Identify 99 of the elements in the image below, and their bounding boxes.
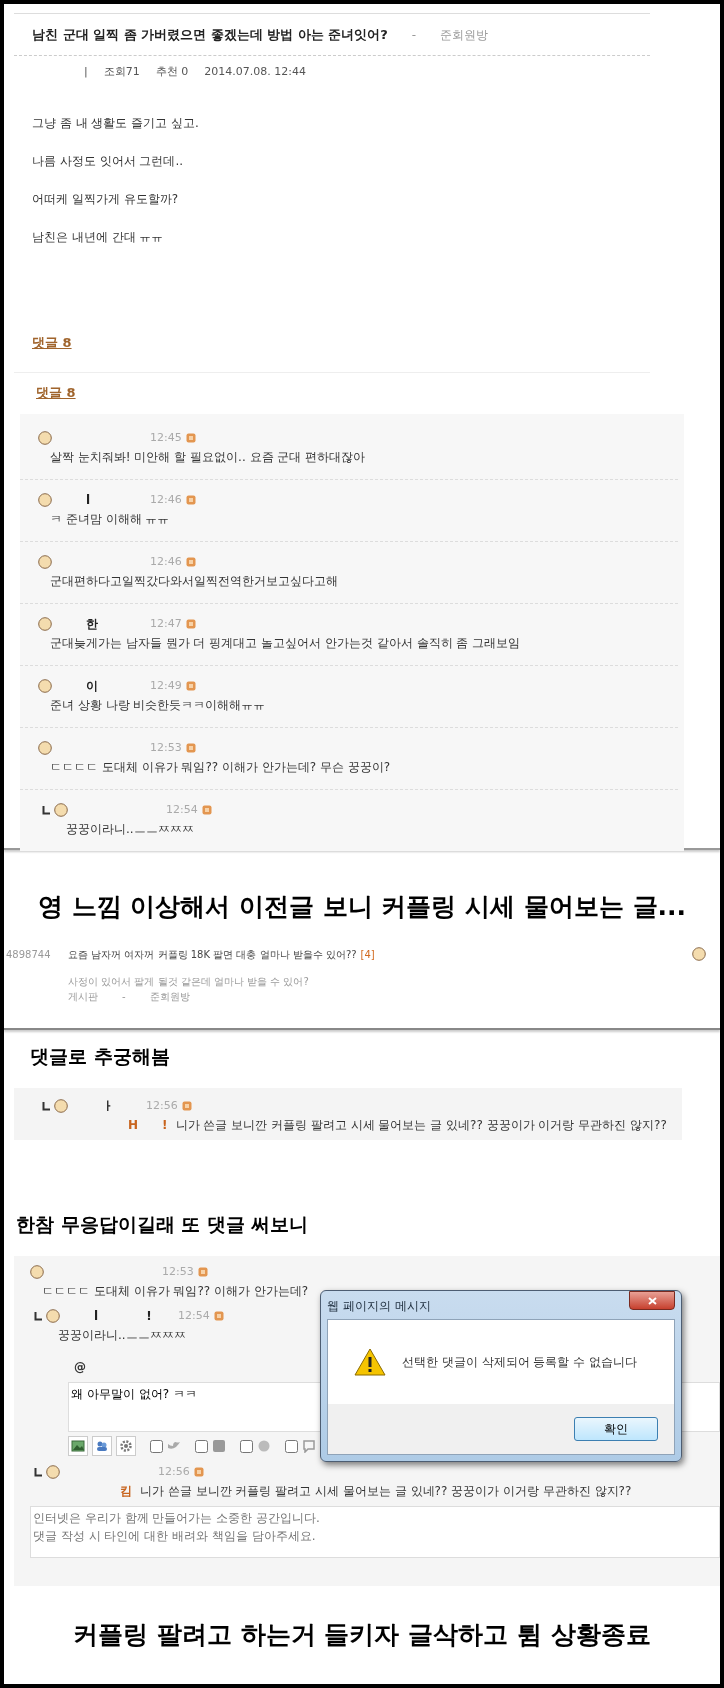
caption-text: 커플링 팔려고 하는거 들키자 글삭하고 튐 상황종료 bbox=[73, 1620, 651, 1649]
avatar-icon bbox=[54, 803, 68, 817]
board-name[interactable]: 준회원방 bbox=[440, 25, 489, 44]
new-badge-icon bbox=[197, 1267, 208, 1277]
share-checkbox[interactable] bbox=[285, 1439, 298, 1453]
post-meta: 2014.07.08. 12:44 bbox=[204, 64, 306, 80]
avatar-icon bbox=[38, 493, 52, 507]
new-badge-icon bbox=[185, 495, 196, 505]
comment-time: 12:54 bbox=[178, 1307, 210, 1324]
speech-bubble-icon bbox=[302, 1439, 316, 1453]
comment-time: 12:56 bbox=[158, 1463, 190, 1480]
avatar-icon bbox=[38, 679, 52, 693]
comment-text: 군대늦게가는 남자들 뭔가 더 핑계대고 놀고싶어서 안가는것 같아서 솔직히 좀 그래보임 bbox=[50, 635, 521, 652]
board-label: 게시판 bbox=[68, 990, 98, 1004]
comment-time: 12:56 bbox=[146, 1097, 178, 1114]
caption-text: 영 느낌 이상해서 이전글 보니 커플링 시세 물어보는 글... bbox=[37, 892, 687, 921]
author-name: l bbox=[86, 492, 91, 509]
body-text: 나름 사정도 잇어서 그런데.. bbox=[32, 153, 185, 170]
new-badge-icon bbox=[185, 557, 196, 567]
post-title-link[interactable]: 요즘 남자꺼 여자꺼 커플링 18K 팔면 대충 얼마나 받을수 있어?? bbox=[68, 947, 357, 962]
author-name: l bbox=[94, 1308, 99, 1325]
comment-text: ㄷㄷㄷㄷ 도대체 이유가 뭐임?? 이해가 안가는데? 무슨 꿍꿍이? bbox=[50, 759, 391, 776]
avatar-icon bbox=[38, 617, 52, 631]
body-text: 남친은 내년에 간대 ㅠㅠ bbox=[32, 229, 165, 246]
close-icon bbox=[647, 1296, 657, 1305]
avatar-icon bbox=[692, 947, 706, 961]
social-icon bbox=[212, 1439, 226, 1453]
new-badge-icon bbox=[213, 1311, 224, 1321]
share-checkbox[interactable] bbox=[150, 1439, 163, 1453]
author-name: 한 bbox=[86, 616, 98, 633]
comment-time: 12:54 bbox=[166, 801, 198, 818]
new-badge-icon bbox=[193, 1467, 204, 1477]
ok-button[interactable]: 확인 bbox=[574, 1417, 658, 1441]
toolbar-button[interactable] bbox=[92, 1436, 112, 1456]
comment-text: 꿍꿍이라니..ㅡㅡㅉㅉㅉ bbox=[66, 821, 194, 838]
comment-time: 12:53 bbox=[162, 1263, 194, 1280]
gear-icon bbox=[119, 1439, 133, 1453]
toolbar-button[interactable] bbox=[68, 1436, 88, 1456]
post-meta: 조회71 bbox=[103, 64, 140, 80]
comment-text: 준녀 상황 나랑 비슷한듯ㅋㅋ이해해ㅠㅠ bbox=[50, 697, 266, 714]
toolbar-button[interactable] bbox=[116, 1436, 136, 1456]
comment-time: 12:53 bbox=[150, 739, 182, 756]
warning-icon bbox=[354, 1348, 386, 1376]
comment-time: 12:46 bbox=[150, 553, 182, 570]
mention-name: ! bbox=[162, 1117, 168, 1134]
new-badge-icon bbox=[185, 743, 196, 753]
comment-time: 12:45 bbox=[150, 429, 182, 446]
avatar-icon bbox=[38, 741, 52, 755]
caption-text: 댓글로 추궁해봄 bbox=[30, 1045, 170, 1067]
post-number: 4898744 bbox=[6, 948, 52, 962]
dialog-title: 웹 페이지의 메시지 bbox=[327, 1298, 431, 1315]
mention-sign: @ bbox=[74, 1360, 86, 1374]
comment-text: 꿍꿍이라니..ㅡㅡㅉㅉㅉ bbox=[58, 1327, 186, 1344]
comment-text: ㅋ 준녀맘 이해해 ㅠㅠ bbox=[50, 511, 170, 528]
new-badge-icon bbox=[185, 433, 196, 443]
people-icon bbox=[95, 1439, 109, 1453]
circle-icon bbox=[257, 1439, 271, 1453]
body-text: 어떠케 일찍가게 유도할까? bbox=[32, 191, 179, 208]
avatar-icon bbox=[54, 1099, 68, 1113]
comment-text: ㄷㄷㄷㄷ 도대체 이유가 뭐임?? 이해가 안가는데? bbox=[42, 1283, 309, 1300]
separator-text: - bbox=[411, 26, 417, 44]
comment-count-link[interactable]: 댓글 8 bbox=[32, 335, 72, 350]
new-badge-icon bbox=[201, 805, 212, 815]
comment-count-link[interactable]: 댓글 8 bbox=[36, 385, 76, 400]
avatar-icon bbox=[38, 555, 52, 569]
avatar-icon bbox=[46, 1309, 60, 1323]
author-name: ! bbox=[146, 1308, 152, 1325]
new-badge-icon bbox=[185, 681, 196, 691]
avatar-icon bbox=[46, 1465, 60, 1479]
board-name: 준회원방 bbox=[149, 990, 190, 1004]
comment-count: [4] bbox=[360, 948, 375, 962]
comment-text: 니가 쓴글 보니깐 커플링 팔려고 시세 물어보는 글 있네?? 꿍꿍이가 이거랑 무관하진 않지?? bbox=[140, 1483, 632, 1500]
new-badge-icon bbox=[181, 1101, 192, 1111]
post-title: 남친 군대 일찍 좀 가버렸으면 좋겠는데 방법 아는 준녀잇어? bbox=[32, 25, 388, 44]
mention-name: H bbox=[128, 1117, 139, 1134]
new-badge-icon bbox=[185, 619, 196, 629]
comment-text: 군대편하다고일찍갔다와서일찍전역한거보고싶다고해 bbox=[50, 573, 338, 590]
image-icon bbox=[71, 1439, 85, 1453]
share-checkbox[interactable] bbox=[240, 1439, 253, 1453]
post-meta: | bbox=[84, 64, 88, 80]
post-meta: 추천 0 bbox=[155, 64, 189, 80]
author-name: 이 bbox=[86, 678, 98, 695]
avatar-icon bbox=[30, 1265, 44, 1279]
avatar-icon bbox=[38, 431, 52, 445]
comment-input[interactable]: 인터넷은 우리가 함께 만들어가는 소중한 공간입니다. 댓글 작성 시 타인에 대한 배려와 책임을 담아주세요. bbox=[30, 1506, 720, 1558]
comment-text: 살짝 눈치줘봐! 미안해 할 필요없이.. 요즘 군대 편하대잖아 bbox=[50, 449, 366, 466]
comment-time: 12:49 bbox=[150, 677, 182, 694]
author-name: ㅏ bbox=[102, 1098, 114, 1115]
close-button[interactable] bbox=[629, 1291, 675, 1310]
mention-name: 킴 bbox=[120, 1483, 132, 1500]
dialog-message: 선택한 댓글이 삭제되어 등록할 수 없습니다 bbox=[402, 1354, 638, 1371]
comment-text: 니가 쓴글 보니깐 커플링 팔려고 시세 물어보는 글 있네?? 꿍꿍이가 이거랑 무관하진 않지?? bbox=[175, 1117, 667, 1134]
separator-text: - bbox=[122, 990, 126, 1004]
post-preview: 사정이 있어서 팔게 될것 같은데 얼마나 받을 수 있어? bbox=[68, 975, 310, 989]
comment-time: 12:46 bbox=[150, 491, 182, 508]
body-text: 그냥 좀 내 생활도 즐기고 싶고. bbox=[32, 115, 200, 132]
share-checkbox[interactable] bbox=[195, 1439, 208, 1453]
comment-time: 12:47 bbox=[150, 615, 182, 632]
caption-text: 한참 무응답이길래 또 댓글 써보니 bbox=[16, 1213, 309, 1235]
